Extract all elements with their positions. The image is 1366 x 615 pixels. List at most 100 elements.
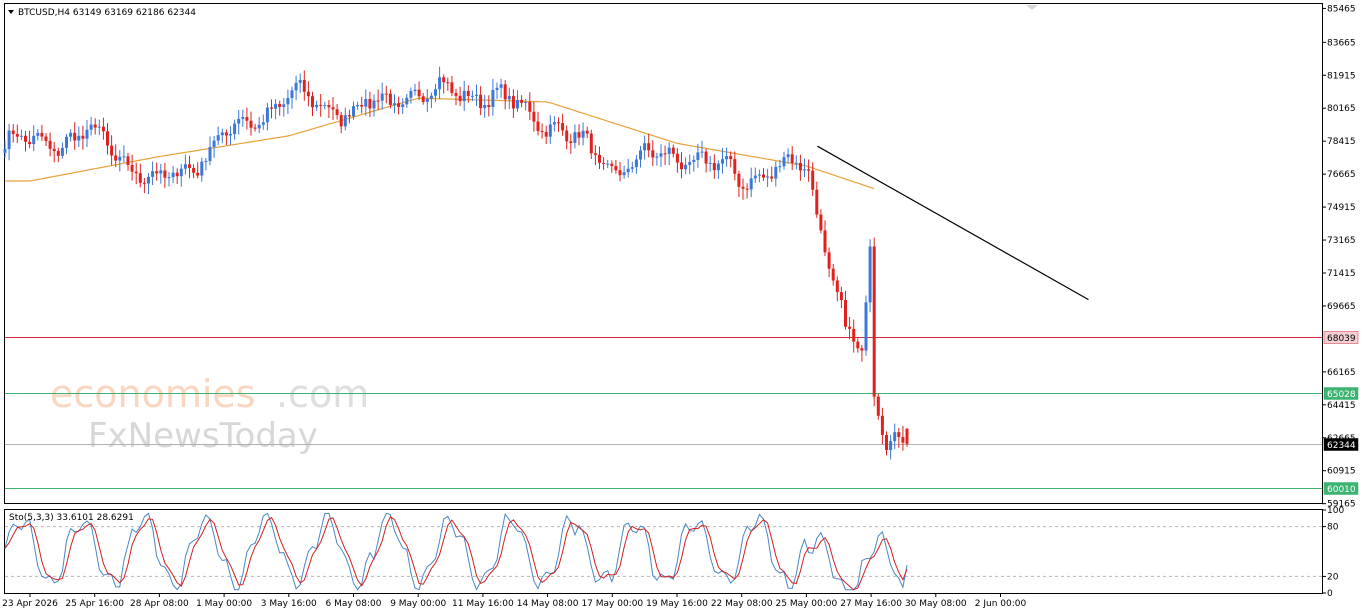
candle-body — [885, 434, 888, 450]
candle-body — [196, 172, 200, 176]
candle-body — [585, 130, 589, 134]
candle-body — [454, 93, 458, 96]
candle-body — [876, 396, 880, 416]
candle-body — [655, 156, 659, 158]
candle-body — [130, 164, 134, 172]
candle-body — [302, 79, 306, 92]
candle-body — [200, 161, 204, 176]
candle-body — [831, 268, 835, 281]
candle-body — [696, 152, 700, 160]
chart-title: BTCUSD,H4 63149 63169 62186 62344 — [18, 8, 196, 18]
candle-body — [700, 151, 704, 153]
candle-body — [651, 150, 655, 158]
candle-body — [622, 172, 626, 176]
candle-body — [507, 96, 511, 100]
candle-body — [69, 132, 73, 137]
candle-body — [372, 100, 376, 109]
candle-body — [356, 104, 360, 107]
candle-body — [725, 156, 729, 160]
level-tag-text: 65028 — [1327, 390, 1356, 400]
candle-body — [889, 441, 893, 450]
candle-body — [487, 105, 491, 107]
candle-body — [741, 186, 745, 189]
candle-body — [331, 107, 335, 110]
candle-body — [511, 96, 515, 109]
candle-body — [548, 124, 552, 137]
candle-body — [134, 171, 138, 174]
candle-body — [249, 120, 253, 128]
candle-body — [286, 98, 290, 105]
candle-body — [573, 132, 577, 143]
candle-body — [466, 90, 470, 96]
candle-body — [639, 150, 642, 160]
candle-body — [405, 97, 409, 105]
candle-body — [557, 122, 560, 124]
price-tick-label: 83665 — [1327, 38, 1356, 48]
candle-body — [823, 230, 827, 253]
level-tag-text: 60010 — [1327, 485, 1356, 495]
watermark-fxnewstoday: FxNewsToday — [88, 416, 318, 456]
candle-body — [520, 99, 524, 103]
candle-body — [233, 123, 237, 135]
candle-body — [126, 156, 130, 165]
candle-body — [794, 162, 798, 164]
candle-body — [52, 148, 56, 152]
candle-body — [753, 175, 757, 179]
candle-body — [856, 341, 860, 349]
candle-body — [224, 132, 228, 136]
price-tick-label: 62665 — [1327, 434, 1356, 444]
time-tick-label: 9 May 00:00 — [390, 599, 446, 609]
candle-body — [483, 105, 487, 109]
candle-body — [819, 214, 823, 231]
candle-body — [77, 135, 81, 141]
candle-body — [680, 162, 683, 170]
candle-body — [56, 151, 60, 156]
candle-body — [368, 98, 372, 109]
candle-body — [712, 162, 716, 171]
candle-body — [413, 89, 417, 91]
candle-body — [24, 135, 27, 142]
candle-body — [311, 96, 314, 108]
candle-body — [97, 126, 101, 128]
candle-body — [643, 143, 647, 151]
price-tick-label: 69665 — [1327, 302, 1356, 312]
candle-body — [347, 115, 351, 117]
candle-body — [192, 167, 196, 173]
candle-body — [429, 95, 433, 99]
candle-body — [388, 93, 392, 105]
candle-body — [868, 246, 872, 303]
candle-body — [864, 302, 868, 351]
candle-body — [11, 130, 15, 134]
candle-body — [589, 133, 593, 154]
candle-body — [261, 122, 265, 125]
price-tick-label: 73165 — [1327, 236, 1356, 246]
candle-body — [101, 126, 105, 132]
candle-body — [577, 132, 581, 138]
candle-body — [848, 326, 852, 329]
candle-body — [647, 143, 651, 151]
time-tick-label: 2 Jun 00:00 — [975, 599, 1027, 609]
candle-body — [40, 132, 44, 137]
time-tick-label: 25 May 00:00 — [776, 599, 838, 609]
candle-body — [167, 177, 171, 179]
price-tick-label: 71415 — [1327, 269, 1356, 279]
candle-body — [290, 90, 294, 99]
candle-body — [175, 172, 179, 177]
candle-body — [81, 135, 85, 139]
price-tick-label: 64415 — [1327, 401, 1356, 411]
candle-body — [897, 432, 901, 438]
candle-body — [675, 153, 679, 163]
candle-body — [327, 105, 331, 108]
candle-body — [626, 168, 630, 173]
candle-body — [462, 90, 466, 102]
candle-body — [93, 124, 97, 128]
candle-body — [721, 159, 724, 164]
candle-body — [73, 132, 77, 141]
candle-body — [536, 121, 540, 131]
candle-body — [417, 89, 421, 97]
candle-body — [479, 94, 483, 109]
candle-body — [106, 131, 109, 146]
candle-body — [438, 77, 442, 90]
candle-body — [835, 280, 839, 293]
candle-body — [606, 163, 610, 165]
